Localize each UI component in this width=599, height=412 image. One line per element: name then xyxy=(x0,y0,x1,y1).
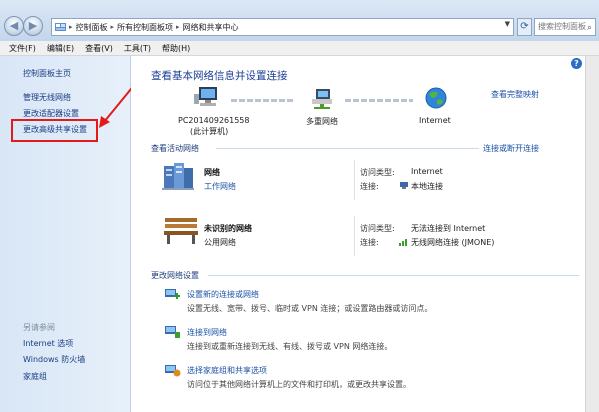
new-connection-icon xyxy=(165,289,180,299)
address-bar-region: ◀ ▶ ▸ 控制面板 ▸ 所有控制面板项 ▸ 网络和共享中心 ▼ ⟳ 搜索控制面… xyxy=(0,0,599,41)
homegroup-icon xyxy=(165,365,181,377)
menu-tools[interactable]: 工具(T) xyxy=(124,43,151,54)
connection-label: 连接: xyxy=(360,182,379,191)
access-type-value: Internet xyxy=(411,167,443,176)
divider xyxy=(208,275,579,276)
menu-edit[interactable]: 编辑(E) xyxy=(47,43,74,54)
network-name: 未识别的网络 xyxy=(204,224,252,233)
node-multi-label: 多重网络 xyxy=(306,117,338,126)
work-network-icon xyxy=(162,163,194,190)
menu-help[interactable]: 帮助(H) xyxy=(162,43,190,54)
setup-connection-desc: 设置无线、宽带、拨号、临时或 VPN 连接；或设置路由器或访问点。 xyxy=(187,304,433,313)
access-type-label: 访问类型: xyxy=(360,224,395,233)
breadcrumb-control-panel[interactable]: 控制面板 xyxy=(76,22,108,33)
homegroup-sharing-link[interactable]: 选择家庭组和共享选项 xyxy=(187,365,267,376)
menu-bar: 文件(F) 编辑(E) 查看(V) 工具(T) 帮助(H) xyxy=(0,41,599,56)
change-settings-heading: 更改网络设置 xyxy=(151,271,199,280)
search-icon: ⌕ xyxy=(586,23,592,33)
wireless-connection-link[interactable]: 无线网络连接 (JMONE) xyxy=(411,237,494,248)
connect-disconnect-link[interactable]: 连接或断开连接 xyxy=(483,143,539,154)
manage-wireless-link[interactable]: 管理无线网络 xyxy=(23,92,71,103)
help-icon[interactable]: ? xyxy=(571,58,582,69)
breadcrumb-all-items[interactable]: 所有控制面板项 xyxy=(117,22,173,33)
control-panel-home-link[interactable]: 控制面板主页 xyxy=(23,68,71,79)
connection-label: 连接: xyxy=(360,238,379,247)
back-button[interactable]: ◀ xyxy=(4,16,24,36)
search-input[interactable]: 搜索控制面板 ⌕ xyxy=(534,18,596,36)
divider xyxy=(354,216,355,256)
node-computer-label: PC201409261558 xyxy=(178,116,250,125)
breadcrumb-network-center[interactable]: 网络和共享中心 xyxy=(183,22,239,33)
connection-line xyxy=(345,99,413,102)
internet-options-link[interactable]: Internet 选项 xyxy=(23,338,73,349)
connect-network-icon xyxy=(165,326,180,338)
park-bench-icon xyxy=(164,218,198,244)
forward-button[interactable]: ▶ xyxy=(23,16,43,36)
access-type-value: 无法连接到 Internet xyxy=(411,224,486,233)
control-panel-icon xyxy=(55,22,66,32)
connect-network-link[interactable]: 连接到网络 xyxy=(187,327,227,338)
left-pane: 控制面板主页 管理无线网络 更改适配器设置 更改高级共享设置 另请参阅 Inte… xyxy=(0,56,131,412)
menu-file[interactable]: 文件(F) xyxy=(9,43,36,54)
address-input[interactable]: ▸ 控制面板 ▸ 所有控制面板项 ▸ 网络和共享中心 ▼ xyxy=(51,18,514,36)
homegroup-sharing-desc: 访问位于其他网络计算机上的文件和打印机，或更改共享设置。 xyxy=(187,380,411,389)
node-computer-sub: (此计算机) xyxy=(190,127,229,136)
highlight-box xyxy=(11,119,98,142)
menu-view[interactable]: 查看(V) xyxy=(85,43,113,54)
node-internet-label: Internet xyxy=(419,116,451,125)
divider xyxy=(354,160,355,200)
divider xyxy=(216,148,479,149)
homegroup-link[interactable]: 家庭组 xyxy=(23,371,47,382)
refresh-button[interactable]: ⟳ xyxy=(517,18,532,36)
view-full-map-link[interactable]: 查看完整映射 xyxy=(491,89,539,100)
connection-line xyxy=(231,99,293,102)
page-title: 查看基本网络信息并设置连接 xyxy=(151,70,288,82)
change-adapter-link[interactable]: 更改适配器设置 xyxy=(23,108,79,119)
local-connection-link[interactable]: 本地连接 xyxy=(411,181,443,192)
access-type-label: 访问类型: xyxy=(360,168,395,177)
connect-network-desc: 连接到或重新连接到无线、有线、拨号或 VPN 网络连接。 xyxy=(187,342,393,351)
see-also-heading: 另请参阅 xyxy=(23,323,55,332)
chevron-down-icon[interactable]: ▼ xyxy=(505,20,510,28)
computer-icon xyxy=(194,87,217,106)
local-connection-icon xyxy=(400,182,408,189)
wireless-signal-icon xyxy=(399,239,407,246)
multi-network-icon xyxy=(312,89,332,109)
setup-connection-link[interactable]: 设置新的连接或网络 xyxy=(187,289,259,300)
network-type-link[interactable]: 工作网络 xyxy=(204,181,236,192)
active-networks-heading: 查看活动网络 xyxy=(151,144,199,153)
network-type: 公用网络 xyxy=(204,238,236,247)
globe-icon xyxy=(425,87,447,109)
firewall-link[interactable]: Windows 防火墙 xyxy=(23,354,85,365)
scrollbar[interactable] xyxy=(585,56,599,412)
network-name: 网络 xyxy=(204,168,220,177)
